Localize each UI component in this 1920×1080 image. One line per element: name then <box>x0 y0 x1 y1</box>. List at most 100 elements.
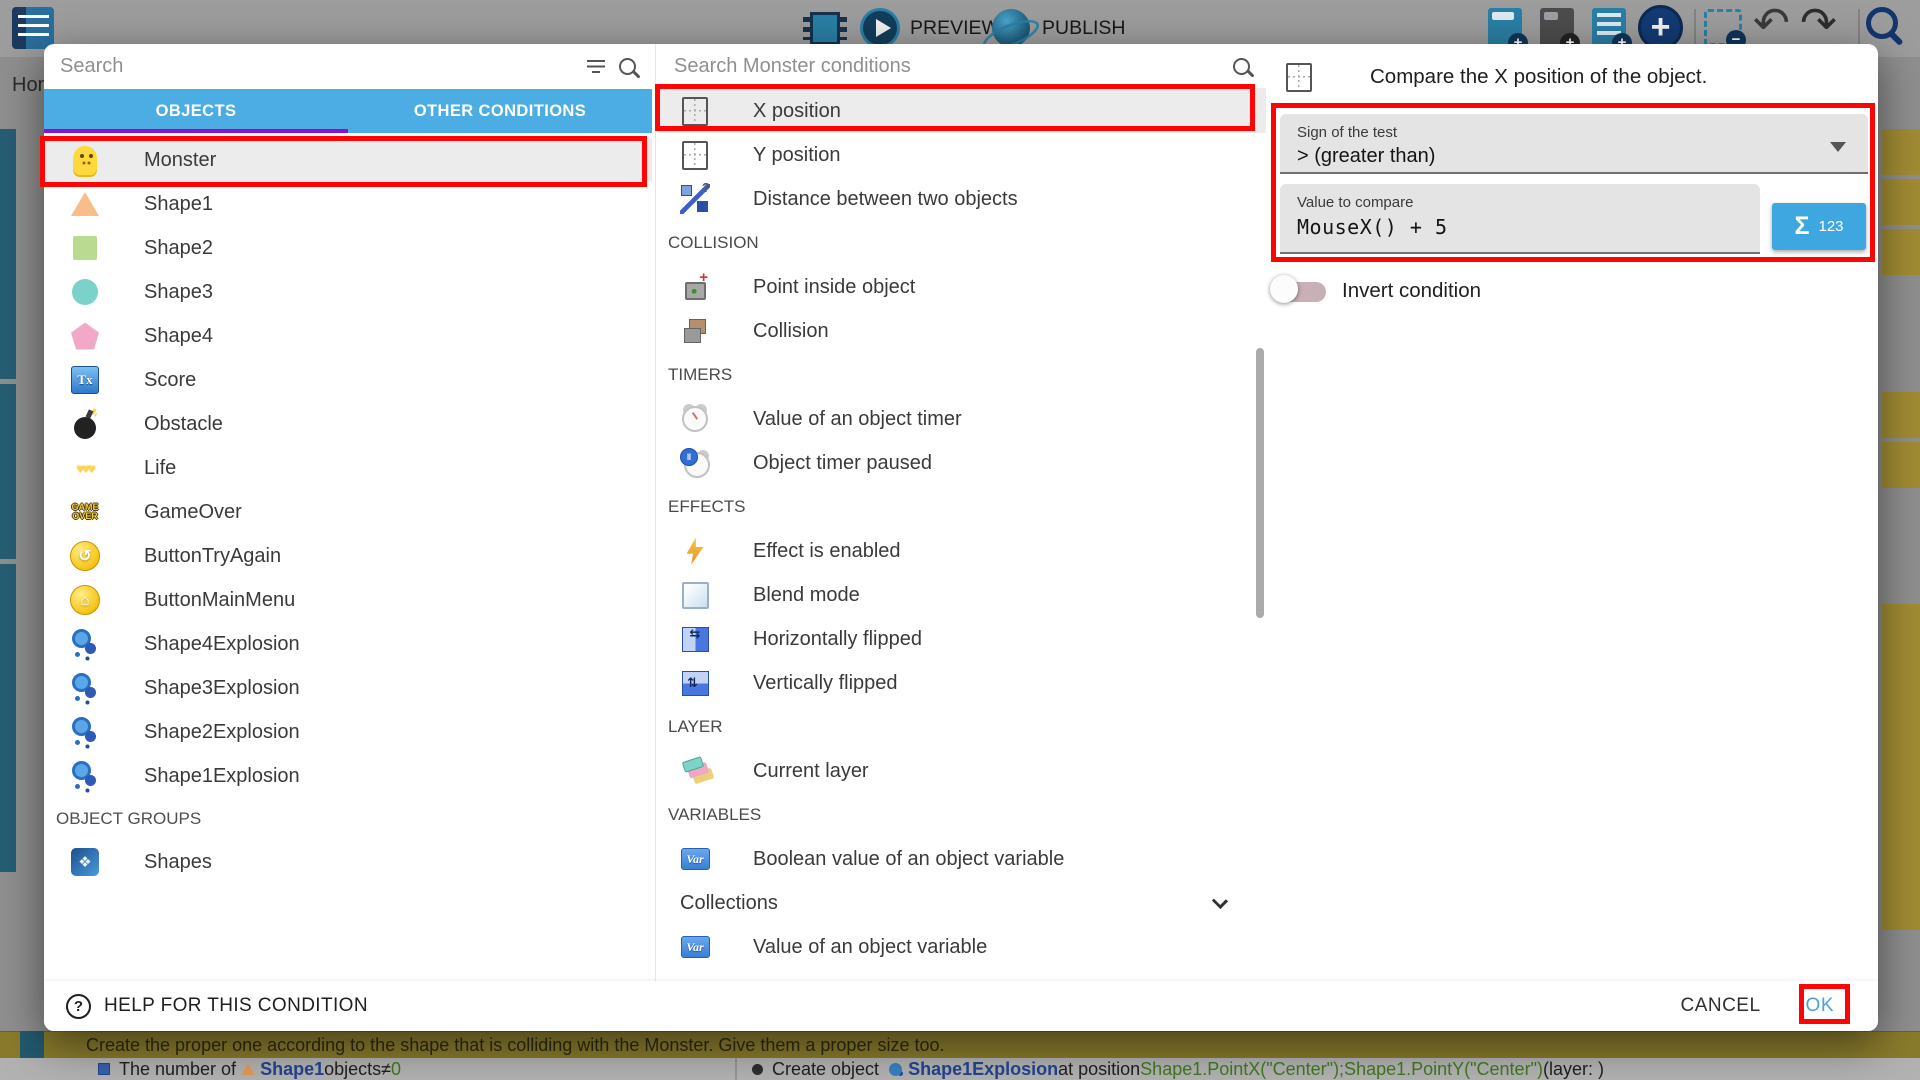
ok-button[interactable]: OK <box>1806 995 1834 1017</box>
object-list-item[interactable]: ButtonMainMenu <box>44 578 652 622</box>
condition-list-item[interactable]: Collections <box>658 881 1266 925</box>
condition-list-item[interactable]: Object timer paused <box>658 441 1266 485</box>
condition-icon <box>680 96 710 126</box>
object-list-item[interactable]: Score <box>44 358 652 402</box>
sign-of-test-dropdown[interactable]: Sign of the test > (greater than) <box>1280 114 1868 174</box>
event-row-edge <box>1882 604 1920 930</box>
object-icon <box>68 143 102 177</box>
value-to-compare-field[interactable]: Value to compare MouseX() + 5 <box>1280 184 1760 254</box>
add-event-icon[interactable] <box>1488 8 1522 48</box>
condition-label: LAYER <box>668 717 723 737</box>
objects-search-input[interactable] <box>60 55 573 78</box>
object-label: Shape1Explosion <box>144 765 300 788</box>
search-icon[interactable] <box>1233 58 1250 75</box>
object-list-item[interactable]: ButtonTryAgain <box>44 534 652 578</box>
condition-list-item[interactable]: LAYER <box>658 705 1266 749</box>
object-list-item[interactable]: Shape3Explosion <box>44 666 652 710</box>
condition-object: Shape1 <box>260 1059 324 1080</box>
add-subevent-icon[interactable] <box>1540 8 1574 48</box>
condition-list-item[interactable]: Boolean value of an object variable <box>658 837 1266 881</box>
condition-list-item[interactable]: Point inside object <box>658 265 1266 309</box>
object-list-item[interactable]: Shape1Explosion <box>44 754 652 798</box>
condition-list-item[interactable]: Effect is enabled <box>658 529 1266 573</box>
action-expression: Shape1.PointX("Center");Shape1.PointY("C… <box>1140 1059 1543 1080</box>
object-icon <box>68 627 102 661</box>
debug-icon[interactable] <box>810 12 840 45</box>
condition-icon <box>680 536 710 566</box>
condition-list-item[interactable]: Current layer <box>658 749 1266 793</box>
condition-list-item[interactable]: Value of an object timer <box>658 397 1266 441</box>
scrollbar[interactable] <box>1256 348 1264 618</box>
condition-label: Horizontally flipped <box>753 628 922 651</box>
cancel-button[interactable]: CANCEL <box>1680 995 1760 1017</box>
comment-text: Create the proper one according to the s… <box>86 1035 944 1056</box>
object-label: GameOver <box>144 501 242 524</box>
condition-list-item[interactable]: Value of an object variable <box>658 925 1266 969</box>
condition-list-item[interactable]: X position <box>658 89 1266 133</box>
filter-icon[interactable] <box>587 60 605 74</box>
condition-icon <box>680 668 710 698</box>
preview-play-icon[interactable] <box>860 8 900 48</box>
object-icon <box>68 231 102 265</box>
explosion-icon <box>889 1063 902 1076</box>
tab-other-conditions[interactable]: OTHER CONDITIONS <box>348 89 652 133</box>
expression-123-badge: 123 <box>1818 218 1843 235</box>
condition-list-item[interactable]: COLLISION <box>658 221 1266 265</box>
condition-list-item[interactable]: Horizontally flipped <box>658 617 1266 661</box>
chevron-down-icon <box>1212 893 1228 909</box>
publish-globe-icon[interactable] <box>992 9 1030 47</box>
object-list-item[interactable]: Shape1 <box>44 182 652 226</box>
delete-selection-icon[interactable] <box>1704 9 1742 46</box>
object-icon <box>68 275 102 309</box>
condition-list-item[interactable]: Vertically flipped <box>658 661 1266 705</box>
object-list-item[interactable]: Obstacle <box>44 402 652 446</box>
search-icon[interactable] <box>619 58 636 75</box>
condition-icon <box>680 184 710 214</box>
object-list-item[interactable]: GameOver <box>44 490 652 534</box>
condition-list-item[interactable]: Distance between two objects <box>658 177 1266 221</box>
objects-search-row <box>44 44 652 89</box>
object-list-item[interactable]: Life <box>44 446 652 490</box>
condition-label: TIMERS <box>668 365 732 385</box>
object-list-item[interactable]: Monster <box>44 138 652 182</box>
condition-list-item[interactable]: Blend mode <box>658 573 1266 617</box>
parameters-title-row: Compare the X position of the object. <box>1284 62 1707 92</box>
redo-icon[interactable]: ↷ <box>1800 0 1837 49</box>
object-group-item[interactable]: Shapes <box>44 840 652 884</box>
help-button[interactable]: HELP FOR THIS CONDITION <box>66 994 368 1019</box>
value-to-compare-value: MouseX() + 5 <box>1297 215 1760 239</box>
objects-tabs: OBJECTS OTHER CONDITIONS <box>44 89 652 133</box>
condition-operator: ≠ <box>381 1059 391 1080</box>
event-sheet-edge <box>0 564 16 872</box>
condition-list-item[interactable]: TIMERS <box>658 353 1266 397</box>
object-icon <box>68 759 102 793</box>
conditions-panel: X position Y position Distance between t… <box>658 44 1266 981</box>
condition-list-item[interactable]: Y position <box>658 133 1266 177</box>
object-list-item[interactable]: Shape4Explosion <box>44 622 652 666</box>
event-action: Create object Shape1Explosion at positio… <box>752 1059 1604 1080</box>
toggle-knob[interactable] <box>1270 275 1298 303</box>
search-events-icon[interactable] <box>1866 7 1898 39</box>
project-manager-icon[interactable] <box>12 7 54 49</box>
group-icon <box>68 845 102 879</box>
object-label: Life <box>144 457 176 480</box>
condition-label: X position <box>753 100 841 123</box>
object-list-item[interactable]: Shape4 <box>44 314 652 358</box>
object-list-item[interactable]: Shape2Explosion <box>44 710 652 754</box>
condition-list-item[interactable]: EFFECTS <box>658 485 1266 529</box>
event-condition: The number of Shape1 objects ≠ 0 <box>0 1059 401 1080</box>
add-comment-icon[interactable] <box>1592 8 1626 48</box>
condition-list-item[interactable]: Collision <box>658 309 1266 353</box>
condition-list-item[interactable]: VARIABLES <box>658 793 1266 837</box>
object-list-item[interactable]: Shape3 <box>44 270 652 314</box>
condition-label: Y position <box>753 144 840 167</box>
tab-objects[interactable]: OBJECTS <box>44 89 348 133</box>
conditions-search-input[interactable] <box>674 55 1219 78</box>
objects-list: Monster Shape1 Shape2 Shape3 <box>44 138 652 798</box>
expression-builder-button[interactable]: Σ 123 <box>1772 203 1866 250</box>
object-label: Shape2Explosion <box>144 721 300 744</box>
object-list-item[interactable]: Shape2 <box>44 226 652 270</box>
action-object: Shape1Explosion <box>908 1059 1058 1080</box>
undo-icon[interactable]: ↶ <box>1753 0 1790 49</box>
condition-label: EFFECTS <box>668 497 745 517</box>
